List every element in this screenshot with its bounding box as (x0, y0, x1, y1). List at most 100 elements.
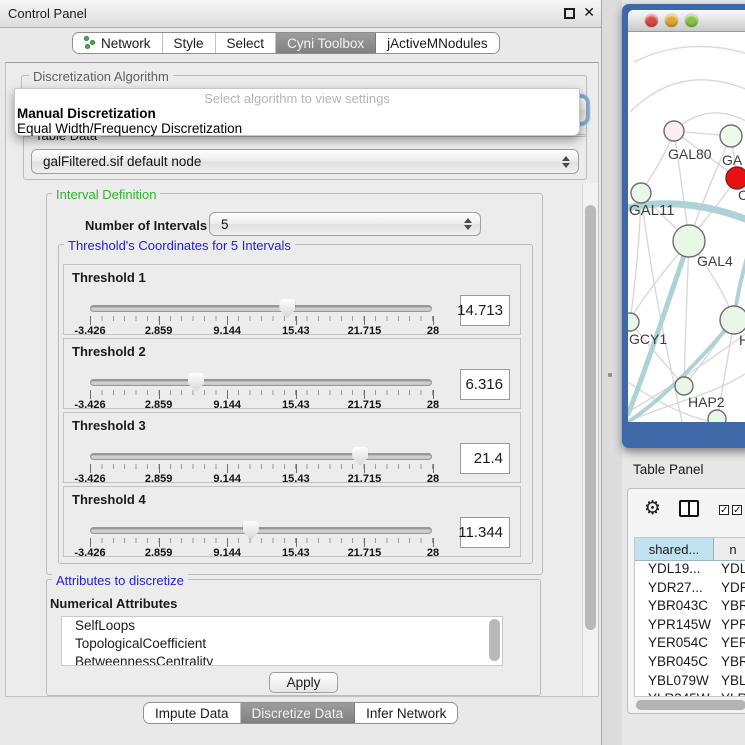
node-partial-bottom (708, 410, 726, 422)
tick-label: 15.43 (282, 399, 310, 411)
minimize-traffic-light-icon[interactable] (665, 14, 678, 27)
thresholds-list: Threshold 1 -3.4262.8599.14415.4321.7152… (63, 264, 521, 560)
tick-label: 9.144 (213, 325, 241, 337)
control-panel-window: Control Panel ✕ Network Style Select Cyn… (0, 0, 602, 745)
node-label-gal11: GAL11 (629, 202, 675, 219)
table-row[interactable]: YLR345WYLR3 (635, 691, 745, 697)
splitter-handle[interactable] (608, 373, 612, 377)
table-row[interactable]: YER054CYER0 (635, 635, 745, 654)
threshold-slider[interactable]: -3.4262.8599.14415.4321.71528 (90, 523, 432, 557)
column-header-name[interactable]: n (714, 538, 745, 560)
combo-stepper-icon (464, 218, 472, 230)
gear-icon[interactable]: ⚙ (644, 497, 661, 519)
node-label-partial-mid: C (738, 187, 745, 203)
close-icon[interactable]: ✕ (583, 5, 595, 21)
network-window-titlebar[interactable] (628, 10, 745, 32)
table-row[interactable]: YDR27...YDR2 (635, 580, 745, 599)
interval-definition-label: Interval Definition (52, 187, 160, 202)
apply-button-label: Apply (287, 675, 321, 690)
network-view-window[interactable]: GAL80 GA C GAL11 GAL4 GCY1 H HAP2 (622, 4, 745, 448)
tick-label: -3.426 (74, 399, 105, 411)
zoom-traffic-light-icon[interactable] (685, 14, 698, 27)
table-panel-title: Table Panel (633, 462, 704, 477)
slider-track[interactable] (90, 305, 432, 312)
threshold-value-field[interactable]: 6.316 (460, 369, 510, 400)
cyni-mode-tabbar: Impute Data Discretize Data Infer Networ… (143, 702, 458, 724)
threshold-panel-1: Threshold 1 -3.4262.8599.14415.4321.7152… (63, 264, 521, 335)
panel-splitter[interactable] (602, 0, 622, 745)
window-title: Control Panel (8, 6, 87, 21)
threshold-slider[interactable]: -3.4262.8599.14415.4321.71528 (90, 375, 432, 409)
tick-label: 21.715 (348, 399, 382, 411)
table-row[interactable]: YBL079WYBL0 (635, 673, 745, 692)
threshold-label: Threshold 4 (72, 492, 146, 507)
split-columns-icon[interactable] (679, 500, 699, 517)
slider-track[interactable] (90, 527, 432, 534)
slider-track[interactable] (90, 379, 432, 386)
table-scrollbar-thumb[interactable] (636, 700, 745, 710)
tab-infer-network[interactable]: Infer Network (355, 703, 457, 723)
table-row[interactable]: YBR045CYBR0 (635, 654, 745, 673)
threshold-value-field[interactable]: 21.4 (460, 443, 510, 474)
tick-label: 9.144 (213, 399, 241, 411)
slider-track[interactable] (90, 453, 432, 460)
tab-jactivemnodules[interactable]: jActiveMNodules (376, 33, 499, 53)
tick-label: 28 (427, 399, 439, 411)
table-row[interactable]: YBR043CYBR0 (635, 598, 745, 617)
float-window-icon[interactable] (564, 8, 575, 19)
threshold-value-field[interactable]: 14.713 (460, 295, 510, 326)
apply-button[interactable]: Apply (269, 672, 338, 693)
thresholds-group-label: Threshold's Coordinates for 5 Intervals (64, 238, 295, 253)
list-item[interactable]: TopologicalCoefficient (62, 635, 502, 653)
attributes-scrollbar-thumb[interactable] (489, 619, 500, 661)
node-label-hap2: HAP2 (688, 394, 725, 410)
checkbox-icon[interactable]: ✓ (732, 505, 742, 515)
slider-major-ticks (90, 390, 433, 399)
num-intervals-value: 5 (221, 217, 229, 232)
tab-cyni-toolbox[interactable]: Cyni Toolbox (276, 33, 376, 53)
node-partial-top (720, 125, 742, 147)
tick-label: 28 (427, 547, 439, 559)
threshold-value-field[interactable]: 11.344 (460, 517, 510, 548)
list-item[interactable]: BetweennessCentrality (62, 653, 502, 666)
attributes-group-label: Attributes to discretize (52, 573, 188, 588)
table-data-combo-value: galFiltered.sif default node (43, 154, 201, 169)
list-item[interactable]: SelfLoops (62, 617, 502, 635)
network-canvas[interactable]: GAL80 GA C GAL11 GAL4 GCY1 H HAP2 (628, 32, 745, 422)
tab-network[interactable]: Network (73, 33, 163, 53)
discretization-algorithm-label: Discretization Algorithm (29, 69, 173, 84)
table-row[interactable]: YPR145WYPR1 (635, 617, 745, 636)
tab-impute-data[interactable]: Impute Data (144, 703, 241, 723)
threshold-slider[interactable]: -3.4262.8599.14415.4321.71528 (90, 301, 432, 335)
threshold-label: Threshold 2 (72, 344, 146, 359)
close-traffic-light-icon[interactable] (645, 14, 658, 27)
checkbox-icon[interactable]: ✓ (719, 505, 729, 515)
slider-major-ticks (90, 538, 433, 547)
network-icon (84, 36, 96, 50)
algorithm-option-equal-width[interactable]: Equal Width/Frequency Discretization (17, 121, 242, 136)
tab-discretize-data[interactable]: Discretize Data (241, 703, 356, 723)
tick-label: 28 (427, 473, 439, 485)
slider-tick-labels: -3.4262.8599.14415.4321.71528 (90, 547, 433, 559)
tab-style[interactable]: Style (163, 33, 216, 53)
table-horizontal-scrollbar[interactable] (634, 699, 745, 711)
table-data-combo[interactable]: galFiltered.sif default node (31, 149, 579, 174)
tick-label: 21.715 (348, 325, 382, 337)
tick-label: 15.43 (282, 547, 310, 559)
settings-scrollbar[interactable] (582, 183, 598, 696)
node-label-gal80: GAL80 (668, 146, 712, 162)
column-header-shared-name[interactable]: shared... (635, 538, 714, 560)
settings-scrollbar-thumb[interactable] (585, 205, 596, 630)
slider-tick-labels: -3.4262.8599.14415.4321.71528 (90, 473, 433, 485)
table-toolbar: ⚙ ✓ ✓ (628, 489, 745, 531)
node-label-partial-right: H (739, 332, 745, 348)
table-row[interactable]: YDL19...YDL1 (635, 561, 745, 580)
numerical-attributes-list[interactable]: SelfLoops TopologicalCoefficient Between… (61, 616, 503, 666)
num-intervals-combo[interactable]: 5 (209, 212, 481, 236)
algorithm-option-manual[interactable]: Manual Discretization (17, 106, 156, 121)
threshold-slider[interactable]: -3.4262.8599.14415.4321.71528 (90, 449, 432, 483)
threshold-panel-3: Threshold 3 -3.4262.8599.14415.4321.7152… (63, 412, 521, 483)
tick-label: -3.426 (74, 473, 105, 485)
tab-select[interactable]: Select (216, 33, 277, 53)
control-panel-titlebar[interactable]: Control Panel ✕ (0, 0, 601, 28)
